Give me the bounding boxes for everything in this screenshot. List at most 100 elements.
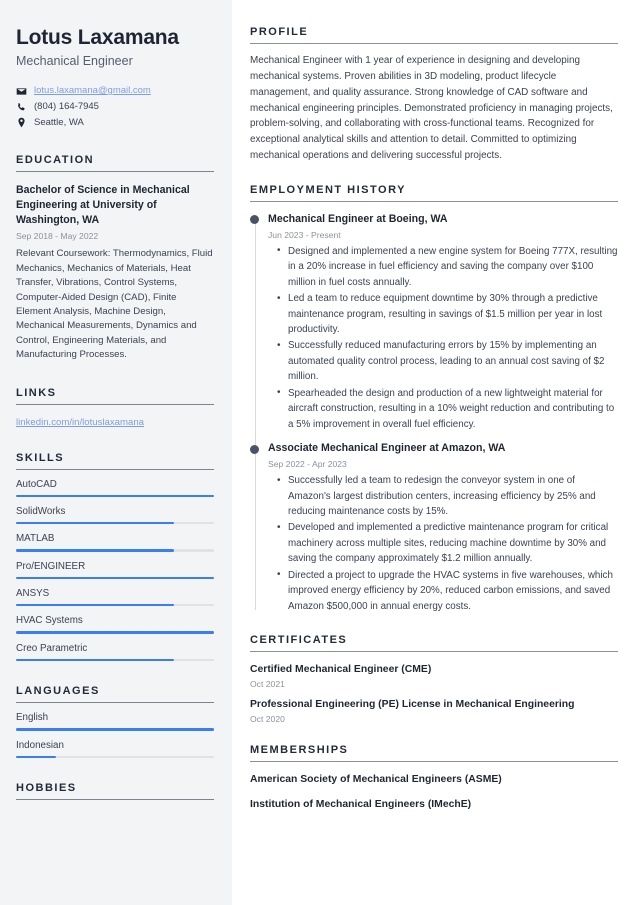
links-list: linkedin.com/in/lotuslaxamana [16,417,214,428]
envelope-icon [16,86,27,97]
skill-meter-track [16,631,214,634]
contact-list: lotus.laxamana@gmail.com (804) 164-7945 … [16,84,214,130]
skill-label: Creo Parametric [16,642,88,654]
phone-icon [16,102,27,113]
skill-meter-track [16,658,214,662]
section-heading-certificates: CERTIFICATES [250,634,618,653]
section-memberships: MEMBERSHIPS American Society of Mechanic… [250,744,618,812]
skill-meter-fill [16,604,175,607]
certificate-date: Oct 2020 [250,714,285,725]
language-meter-fill [16,755,56,759]
contact-item-location: Seattle, WA [16,116,214,131]
contact-item-email[interactable]: lotus.laxamana@gmail.com [16,84,214,99]
contact-item-phone: (804) 164-7945 [16,100,214,115]
skill-meter-fill [16,549,175,552]
section-heading-employment: EMPLOYMENT HISTORY [250,184,618,202]
skill-row: ANSYS [16,588,214,607]
certificate-title: Certified Mechanical Engineer (CME) [250,664,432,676]
section-heading-education: EDUCATION [16,154,214,173]
certificate-date: Oct 2021 [250,679,285,690]
phone-value: (804) 164-7945 [34,100,99,112]
language-meter-fill [16,728,214,731]
language-meter-track [16,728,214,731]
job-bullet: Developed and implemented a predictive m… [277,520,618,566]
skill-row: SolidWorks [16,505,214,525]
timeline-dot-icon [250,444,259,454]
skill-meter-track [16,494,214,497]
skill-meter-track [16,521,214,525]
section-heading-profile: PROFILE [250,26,618,44]
job-role: Mechanical Engineer at Boeing, WA [268,212,448,225]
skill-meter-track [16,549,214,552]
memberships-list: American Society of Mechanical Engineers… [250,773,618,812]
language-row: English [16,712,214,731]
skill-row: AutoCAD [16,479,214,497]
skill-meter-track [16,576,214,580]
skill-label: MATLAB [16,533,55,545]
language-label: English [16,712,49,724]
job-date: Sep 2022 - Apr 2023 [268,459,347,470]
language-meter-track [16,755,214,759]
skill-label: HVAC Systems [16,615,83,627]
skill-row: HVAC Systems [16,615,214,634]
timeline-dot-icon [250,215,259,225]
skill-meter-fill [16,658,175,662]
job-bullet: Successfully reduced manufacturing error… [277,338,618,384]
job-bullet: Led a team to reduce equipment downtime … [277,291,618,337]
job-bullet: Successfully led a team to redesign the … [277,473,618,519]
membership-item: American Society of Mechanical Engineers… [250,774,502,786]
skill-meter-track [16,604,214,607]
section-heading-skills: SKILLS [16,452,214,470]
skill-meter-fill [16,631,214,634]
certificates-list: Certified Mechanical Engineer (CME) Oct … [250,663,618,724]
skill-meter-fill [16,576,214,580]
section-hobbies: HOBBIES [16,782,214,801]
education-degree: Bachelor of Science in Mechanical Engine… [16,184,190,227]
email-link[interactable]: lotus.laxamana@gmail.com [34,84,151,99]
membership-item: Institution of Mechanical Engineers (IMe… [250,799,472,811]
employment-entry: Associate Mechanical Engineer at Amazon,… [250,442,618,614]
employment-entry: Mechanical Engineer at Boeing, WA Jun 20… [250,212,618,433]
section-heading-hobbies: HOBBIES [16,782,214,801]
section-heading-languages: LANGUAGES [16,685,214,704]
skill-meter-fill [16,521,175,525]
resume-page: Lotus Laxamana Mechanical Engineer lotus… [0,0,640,905]
section-heading-links: LINKS [16,387,214,405]
job-date: Jun 2023 - Present [268,229,341,240]
job-bullet: Designed and implemented a new engine sy… [277,243,618,290]
section-employment-history: EMPLOYMENT HISTORY Mechanical Engineer a… [250,184,618,614]
profile-text: Mechanical Engineer with 1 year of exper… [250,55,613,162]
section-education: EDUCATION Bachelor of Science in Mechani… [16,154,214,362]
skill-row: Pro/ENGINEER [16,560,214,580]
languages-list: English Indonesian [16,712,214,759]
job-bullets: Successfully led a team to redesign the … [268,473,618,614]
section-links: LINKS linkedin.com/in/lotuslaxamana [16,387,214,428]
candidate-name: Lotus Laxamana [16,26,179,49]
skill-row: Creo Parametric [16,642,214,662]
skill-meter-fill [16,494,214,497]
job-role: Associate Mechanical Engineer at Amazon,… [268,442,506,455]
job-bullet: Directed a project to upgrade the HVAC s… [277,567,618,614]
education-date: Sep 2018 - May 2022 [16,231,99,242]
certificate-entry: Certified Mechanical Engineer (CME) Oct … [250,663,618,689]
skill-label: Pro/ENGINEER [16,560,86,572]
main-content: PROFILE Mechanical Engineer with 1 year … [232,0,640,905]
skill-label: ANSYS [16,588,50,600]
linkedin-link[interactable]: linkedin.com/in/lotuslaxamana [16,417,144,428]
language-row: Indonesian [16,739,214,759]
job-bullet: Spearheaded the design and production of… [277,385,618,432]
skill-label: SolidWorks [16,505,66,517]
candidate-job-title: Mechanical Engineer [16,54,133,69]
section-skills: SKILLS AutoCAD SolidWorks MATLAB Pro/ENG… [16,452,214,662]
certificate-entry: Professional Engineering (PE) License in… [250,698,618,724]
map-pin-icon [16,117,27,128]
sidebar: Lotus Laxamana Mechanical Engineer lotus… [0,0,232,905]
section-languages: LANGUAGES English Indonesian [16,685,214,759]
skill-label: AutoCAD [16,478,57,490]
section-heading-memberships: MEMBERSHIPS [250,744,618,763]
certificate-title: Professional Engineering (PE) License in… [250,699,575,711]
section-profile: PROFILE Mechanical Engineer with 1 year … [250,26,618,164]
skill-row: MATLAB [16,533,214,552]
job-bullets: Designed and implemented a new engine sy… [268,243,618,433]
language-label: Indonesian [16,739,64,751]
